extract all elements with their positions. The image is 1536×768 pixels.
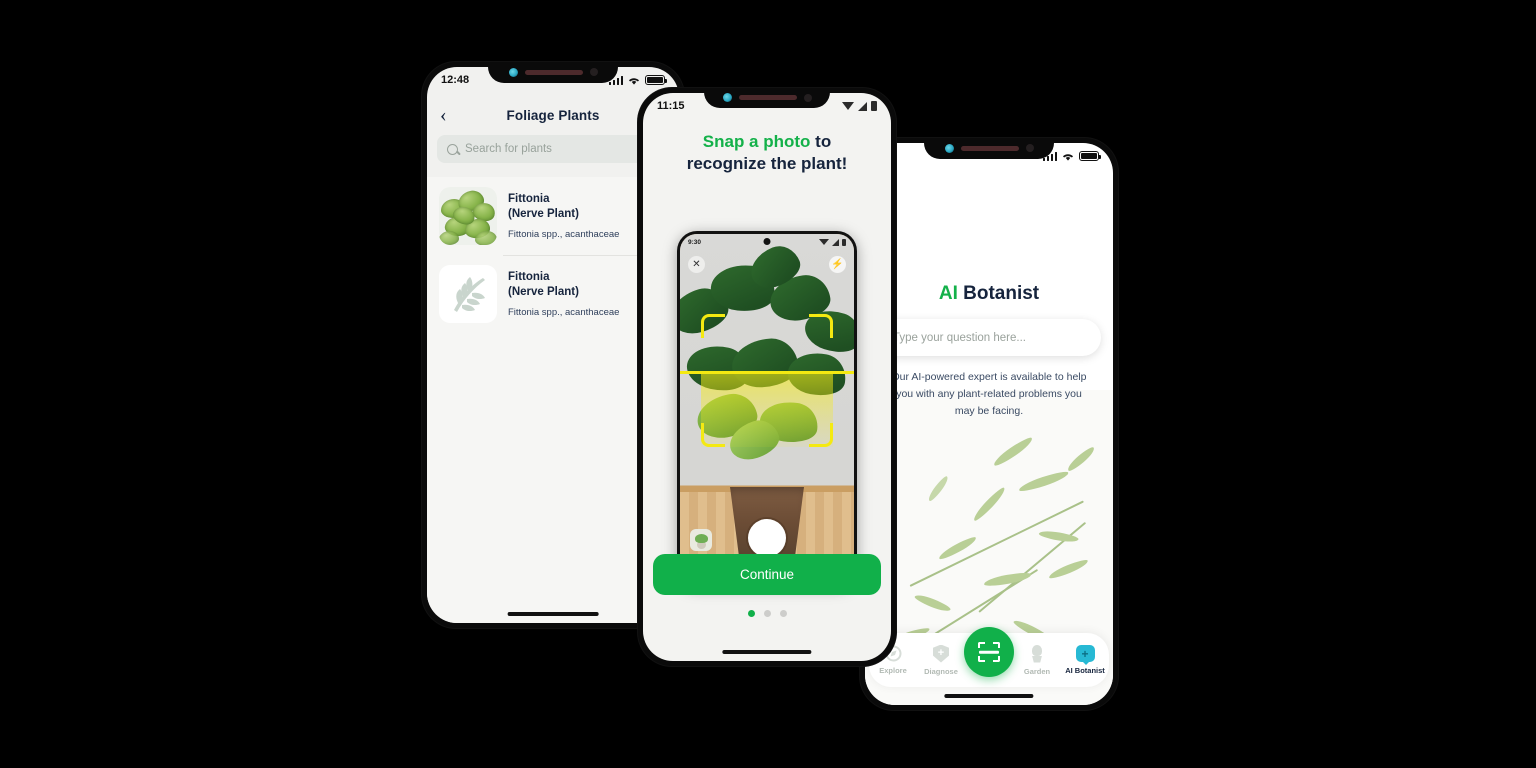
plant-scientific-name: Fittonia spp., acanthaceae [508, 306, 620, 318]
right-phone-screen: AI Botanist Type your question here... O… [865, 143, 1113, 705]
tab-label: Garden [1023, 666, 1051, 676]
wifi-icon [819, 239, 829, 245]
tab-label: Explore [879, 666, 907, 675]
search-placeholder: Search for plants [465, 143, 552, 155]
plant-pot-icon [1029, 644, 1045, 663]
notch [704, 88, 830, 108]
phone-right: AI Botanist Type your question here... O… [860, 138, 1118, 710]
plant-thumbnail [439, 265, 497, 323]
phone-mockup-illustration: 9:30 ✕ ⚡ [677, 231, 857, 586]
wifi-icon [1062, 153, 1074, 161]
proximity-sensor-icon [589, 68, 598, 76]
notch [488, 62, 618, 83]
shield-plus-icon [933, 644, 949, 663]
search-icon [447, 143, 458, 155]
pager-dot[interactable] [779, 610, 787, 617]
fittonia-photo [439, 187, 497, 245]
front-camera-icon [944, 143, 954, 153]
phone-center: 11:15 Snap a photo to recognize the plan… [638, 88, 896, 666]
flash-icon[interactable]: ⚡ [829, 256, 846, 273]
scan-icon[interactable] [964, 627, 1014, 677]
tab-label: AI Botanist [1065, 666, 1105, 675]
notch [924, 138, 1054, 159]
tab-diagnose[interactable]: Diagnose [917, 644, 965, 676]
center-status-icons [842, 101, 877, 111]
signal-icon [832, 238, 839, 246]
close-icon[interactable]: ✕ [688, 256, 705, 273]
list-item-text: Fittonia (Nerve Plant) Fittonia spp., ac… [508, 270, 619, 317]
signal-icon [858, 101, 867, 111]
bottom-tab-bar: Explore Diagnose Garden + AI Bo [869, 627, 1109, 687]
home-indicator [944, 694, 1034, 698]
screenshot-stage: 12:48 ‹ Foliage Plants Search for plants [0, 0, 1536, 768]
battery-icon [1079, 151, 1101, 161]
scan-line [680, 371, 854, 375]
plant-name: Fittonia (Nerve Plant) [508, 193, 579, 220]
leaf-placeholder-icon [439, 265, 497, 323]
proximity-sensor-icon [803, 93, 812, 102]
wifi-icon [842, 102, 854, 110]
left-status-icons [608, 75, 667, 86]
home-indicator [507, 612, 599, 616]
pager-dots [643, 610, 891, 617]
plant-scientific-name: Fittonia spp., acanthaceae [508, 228, 620, 240]
home-indicator [722, 650, 812, 654]
ai-botanist-title: AI Botanist [938, 283, 1040, 304]
mockup-time: 9:30 [688, 238, 702, 246]
earpiece-speaker [960, 145, 1019, 151]
yellow-scan-brackets [700, 314, 834, 447]
chat-bubble-plus-icon: + [1075, 645, 1095, 665]
center-phone-screen: 11:15 Snap a photo to recognize the plan… [643, 93, 891, 661]
camera-shutter-button[interactable] [748, 519, 786, 557]
tab-garden[interactable]: Garden [1013, 644, 1061, 676]
left-status-time: 12:48 [441, 74, 470, 86]
battery-icon [871, 101, 877, 111]
question-input[interactable]: Type your question here... [877, 319, 1101, 356]
earpiece-speaker [738, 95, 797, 100]
proximity-sensor-icon [1025, 144, 1034, 152]
tab-scan[interactable] [964, 627, 1014, 677]
search-input[interactable]: Search for plants [437, 135, 669, 163]
question-input-placeholder: Type your question here... [893, 331, 1026, 344]
ai-botanist-description: Our AI-powered expert is available to he… [891, 371, 1087, 417]
pager-dot[interactable] [763, 610, 771, 617]
wifi-icon [628, 77, 640, 85]
continue-button[interactable]: Continue [653, 554, 881, 595]
camera-preview: 9:30 ✕ ⚡ [680, 234, 854, 583]
center-status-time: 11:15 [657, 100, 685, 112]
onboarding-headline: Snap a photo to recognize the plant! [686, 132, 848, 174]
battery-icon [842, 238, 846, 246]
battery-icon [645, 75, 667, 85]
front-camera-icon [508, 67, 518, 77]
list-item-text: Fittonia (Nerve Plant) Fittonia spp., ac… [508, 192, 619, 239]
earpiece-speaker [524, 69, 583, 75]
tab-ai-botanist[interactable]: + AI Botanist [1061, 645, 1109, 675]
front-camera-icon [722, 93, 732, 102]
gallery-thumbnail-icon[interactable] [690, 529, 712, 551]
pager-dot[interactable] [747, 610, 755, 617]
tab-label: Diagnose [924, 666, 958, 676]
plant-thumbnail [439, 187, 497, 245]
plant-name: Fittonia (Nerve Plant) [508, 271, 579, 298]
punch-hole-camera [763, 238, 771, 245]
